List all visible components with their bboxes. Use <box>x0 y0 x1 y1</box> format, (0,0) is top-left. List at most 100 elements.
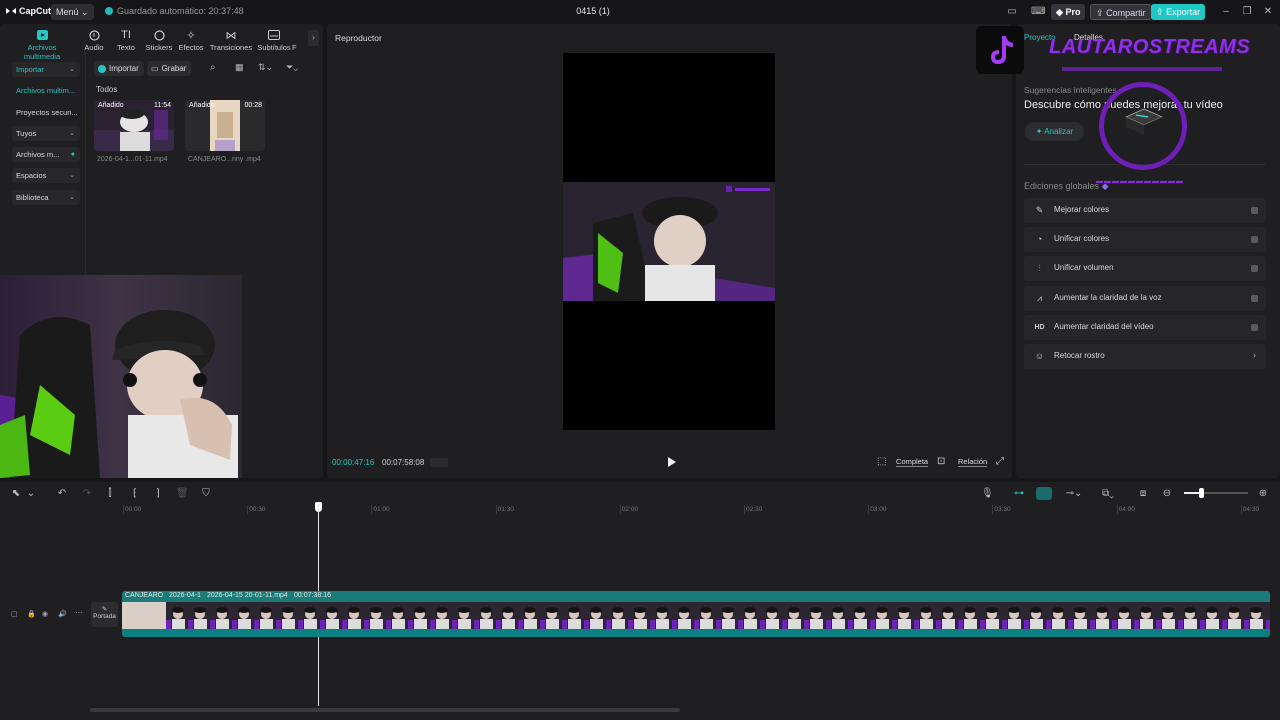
media-item[interactable]: Añadido 11:54 <box>94 100 174 151</box>
chevron-right-icon[interactable]: › <box>308 30 319 46</box>
trim-left-icon[interactable]: ⁅ <box>129 488 141 500</box>
track-cover-icon[interactable]: ▢ <box>11 610 18 618</box>
sidebar-item-library[interactable]: Biblioteca ⌄ <box>12 190 80 205</box>
sparkle-icon: ✦ <box>1035 127 1043 136</box>
cover-button[interactable]: ✎ Portada <box>91 602 118 627</box>
tab-subtitles[interactable]: Subtítulos <box>251 28 297 52</box>
video-clip[interactable]: CANJEARO 2026-04-1 2026-04-15 20-01-11.m… <box>122 591 1270 637</box>
timeline-thumbnail-icon[interactable] <box>430 458 448 467</box>
tab-transitions[interactable]: ⋈ Transiciones <box>208 28 254 53</box>
fullscreen-icon[interactable]: ⤢ <box>996 456 1004 467</box>
global-item-label: Unificar volumen <box>1054 263 1114 272</box>
sidebar-item-spaces[interactable]: Espacios ⌄ <box>12 168 80 183</box>
hd-icon: HD <box>1034 324 1045 331</box>
search-icon[interactable]: ⌕ <box>210 62 216 73</box>
sidebar-secondary-label: Proyectos secun... <box>16 108 78 117</box>
zoom-slider[interactable] <box>1184 488 1248 498</box>
sidebar-item-secondary-projects[interactable]: Proyectos secun... <box>12 105 80 120</box>
filmstrip-frame <box>1244 602 1266 629</box>
crop-icon[interactable]: ⬚ <box>877 456 886 467</box>
media-item[interactable]: Añadido 00:28 <box>185 100 265 151</box>
import-button[interactable]: Importar <box>94 61 144 76</box>
record-button[interactable]: ▭ Grabar <box>147 61 192 76</box>
link-clips-icon[interactable] <box>1036 487 1052 500</box>
picture-in-picture-icon[interactable]: ⧈ <box>1137 488 1149 500</box>
player-canvas[interactable] <box>563 53 775 430</box>
filmstrip-frame <box>650 602 672 629</box>
select-tool-icon[interactable]: ⬉ <box>10 488 22 500</box>
lock-icon[interactable]: 🔒 <box>27 610 36 618</box>
global-item-enhance-colors[interactable]: ✎ Mejorar colores <box>1024 198 1266 223</box>
magnet-snap-icon[interactable]: ⊶ <box>1013 488 1025 500</box>
chevron-down-icon[interactable]: ⌄ <box>25 488 37 500</box>
full-quality-button[interactable]: Completa <box>896 457 929 467</box>
tab-more[interactable]: F <box>292 43 306 52</box>
horizontal-scrollbar[interactable] <box>90 708 680 712</box>
toggle-switch[interactable] <box>1251 236 1258 243</box>
eye-icon[interactable]: ◉ <box>42 610 48 618</box>
sidebar-item-files[interactable]: Archivos m... ● <box>12 147 80 162</box>
trim-right-icon[interactable]: ⁆ <box>152 488 164 500</box>
share-button[interactable]: ⇪ Compartir <box>1090 4 1152 20</box>
export-label: Exportar <box>1166 7 1201 17</box>
toggle-switch[interactable] <box>1251 207 1258 214</box>
toggle-switch[interactable] <box>1251 324 1258 331</box>
sort-icon[interactable]: ⇅⌄ <box>258 62 273 73</box>
filmstrip-frame <box>1046 602 1068 629</box>
close-icon[interactable]: ✕ <box>1262 6 1274 18</box>
enhance-colors-icon: ✎ <box>1035 205 1044 215</box>
global-item-video-clarity[interactable]: HD Aumentar claridad del vídeo <box>1024 315 1266 340</box>
play-button[interactable] <box>664 455 678 469</box>
share-label: Compartir <box>1106 8 1146 18</box>
volume-icon[interactable]: 🔊 <box>58 610 67 618</box>
zoom-out-icon[interactable]: ⊖ <box>1161 488 1173 500</box>
shield-icon[interactable]: ⛉ <box>200 488 212 500</box>
filter-icon[interactable]: ⏷⌄ <box>286 62 298 73</box>
aspect-ratio-button[interactable]: Relación <box>958 457 988 467</box>
delete-icon[interactable]: 🗑 <box>176 488 189 500</box>
zoom-slider-knob[interactable] <box>1199 488 1204 498</box>
global-item-label: Mejorar colores <box>1054 205 1110 214</box>
player-title: Reproductor <box>335 33 382 43</box>
global-item-unify-colors[interactable]: ◔ Unificar colores <box>1024 227 1266 252</box>
export-button[interactable]: ⇧ Exportar <box>1151 4 1206 20</box>
snapshot-icon[interactable]: ⊡ <box>937 456 945 467</box>
minimize-icon[interactable]: – <box>1220 6 1232 18</box>
filmstrip-frame <box>1266 602 1270 629</box>
menu-button[interactable]: Menú ⌄ <box>51 4 94 20</box>
timeline-panel: ⬉ ⌄ ↶ ↷ ⫿ ⁅ ⁆ 🗑 ⛉ 🎙 ⊶ ⊸⌄ ⧉⌄ ⧈ ⊖ ⊕ 00:00 0… <box>0 482 1280 720</box>
keyboard-icon[interactable]: ⌨ <box>1031 6 1045 18</box>
grid-view-icon[interactable]: ▦ <box>235 62 244 73</box>
ruler-tick <box>123 505 124 514</box>
sidebar-item-media[interactable]: Archivos multim... <box>12 83 80 98</box>
layout-icon[interactable]: ▭ <box>1006 6 1018 18</box>
preview-axis-icon[interactable]: ⊸⌄ <box>1062 488 1086 500</box>
pro-button[interactable]: ◆ Pro <box>1051 4 1086 20</box>
filmstrip-frame <box>804 602 826 629</box>
redo-icon[interactable]: ↷ <box>81 488 93 500</box>
transitions-icon: ⋈ <box>225 29 237 42</box>
toggle-switch[interactable] <box>1251 295 1258 302</box>
global-item-face-retouch[interactable]: ☺ Retocar rostro › <box>1024 344 1266 369</box>
sidebar-spaces-label: Espacios <box>16 171 47 180</box>
maximize-icon[interactable]: ❐ <box>1241 6 1253 18</box>
filmstrip-frame <box>254 602 276 629</box>
undo-icon[interactable]: ↶ <box>56 488 68 500</box>
sidebar-item-import[interactable]: Importar ⌄ <box>12 62 80 77</box>
split-icon[interactable]: ⫿ <box>104 488 116 500</box>
filmstrip-frame <box>320 602 342 629</box>
ruler-tick <box>1240 505 1242 514</box>
filmstrip-frame <box>694 602 716 629</box>
microphone-icon[interactable]: 🎙 <box>981 488 994 500</box>
layout-switch-icon[interactable]: ⧉⌄ <box>1096 488 1120 500</box>
zoom-in-icon[interactable]: ⊕ <box>1257 488 1269 500</box>
analyze-button[interactable]: ✦ Analizar <box>1025 122 1084 141</box>
ruler-tick <box>619 505 621 514</box>
global-item-voice-clarity[interactable]: ⩘ Aumentar la claridad de la voz <box>1024 286 1266 311</box>
more-options-icon[interactable]: ⋯ <box>75 608 83 617</box>
tab-effects[interactable]: ✧ Efectos <box>169 28 213 53</box>
toggle-switch[interactable] <box>1251 265 1258 272</box>
global-item-unify-volume[interactable]: ⫶ Unificar volumen <box>1024 256 1266 281</box>
sidebar-item-yours[interactable]: Tuyos ⌄ <box>12 126 80 141</box>
clip-duration: 00:07:38:16 <box>294 592 331 599</box>
